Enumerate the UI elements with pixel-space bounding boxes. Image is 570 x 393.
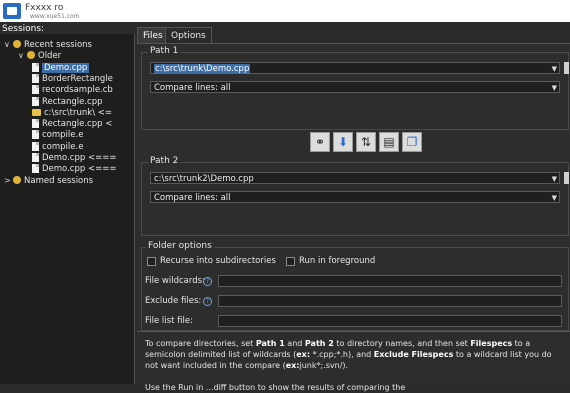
recurse-label: Recurse into subdirectories — [160, 256, 276, 266]
folder-options-label: Folder options — [146, 241, 214, 251]
arrow-down-icon[interactable]: ⬇ — [333, 132, 353, 152]
path1-compare-select[interactable]: Compare lines: all ▼ — [150, 81, 560, 93]
watermark-url: www.xue51.com — [30, 13, 80, 20]
tree-item-label: Named sessions — [24, 175, 94, 186]
help-text-part: *.cpp;*.h), and — [310, 350, 374, 359]
chevron-right-icon[interactable]: > — [4, 175, 13, 187]
tree-item[interactable]: Rectangle.cpp < — [32, 118, 112, 130]
path2-input[interactable]: c:\src\trunk2\Demo.cpp ▼ — [150, 172, 560, 184]
foreground-label: Run in foreground — [299, 256, 376, 266]
help-text-bold: Filespecs — [470, 339, 513, 348]
file-list-input[interactable] — [218, 315, 562, 327]
tree-item-label: compile.e — [42, 141, 84, 152]
tree-item-label: Recent sessions — [24, 40, 92, 50]
copy-icon[interactable]: ❐ — [402, 132, 422, 152]
help-text-bold: Exclude Filespecs — [373, 350, 454, 359]
tree-item-label: c:\src\trunk\ <= — [44, 107, 113, 118]
tree-item[interactable]: compile.e — [32, 129, 83, 141]
tree-item[interactable]: BorderRectangle — [32, 73, 113, 85]
exclude-label: Exclude files: — [145, 296, 202, 306]
exclude-input[interactable] — [218, 295, 562, 307]
tree-item[interactable]: > Named sessions — [4, 175, 93, 187]
document-icon — [32, 130, 39, 140]
help-text-part: junk*;.svn/). — [299, 361, 349, 370]
title-bar: Fxxxx ro www.xue51.com — [0, 0, 570, 22]
path2-label: Path 2 — [148, 156, 181, 166]
path1-compare-value: Compare lines: all — [154, 83, 231, 93]
divider — [137, 331, 570, 332]
tab-options[interactable]: Options — [165, 27, 212, 44]
tree-item-label: Rectangle.cpp < — [42, 119, 113, 130]
document-icon — [32, 141, 39, 151]
document-icon — [32, 96, 39, 106]
document-icon — [32, 62, 39, 72]
chevron-down-icon[interactable]: ▼ — [552, 82, 557, 94]
help-text-bold: Path 2 — [304, 339, 334, 348]
tree-item[interactable]: Demo.cpp <=== — [32, 152, 116, 164]
session-icon — [13, 175, 21, 184]
wildcards-input[interactable] — [218, 275, 562, 287]
recurse-checkbox[interactable] — [147, 257, 156, 266]
document-icon — [32, 85, 39, 95]
wildcards-label: File wildcards: — [145, 276, 205, 286]
tree-item[interactable]: Rectangle.cpp — [32, 96, 103, 108]
path2-value: c:\src\trunk2\Demo.cpp — [154, 174, 254, 184]
document-icon — [32, 119, 39, 129]
tree-item-label: recordsample.cb — [42, 85, 113, 96]
tree-item-label: Demo.cpp — [42, 62, 90, 73]
help-text-part: To compare directories, set — [145, 339, 256, 348]
tree-item[interactable]: Demo.cpp <=== — [32, 163, 116, 175]
sessions-tree[interactable]: ∨ Recent sessions ∨ Older Demo.cpp BorderRect… — [0, 34, 135, 384]
file-list-label: File list file: — [145, 316, 193, 326]
chevron-down-icon[interactable]: ▼ — [552, 192, 557, 204]
tree-item-label: Older — [38, 51, 62, 62]
tree-item[interactable]: Demo.cpp — [32, 62, 90, 74]
help-icon[interactable]: ? — [203, 277, 212, 286]
help-text-bold: Path 1 — [255, 339, 285, 348]
help-text-part: to directory names, and then set — [333, 339, 471, 348]
document-icon — [32, 153, 39, 162]
report-icon[interactable]: ▤ — [379, 132, 399, 152]
chevron-down-icon[interactable]: ∨ — [4, 39, 13, 51]
folder-icon — [32, 108, 41, 116]
path1-label: Path 1 — [148, 46, 181, 56]
tab-files[interactable]: Files — [137, 27, 169, 44]
path1-input[interactable]: c:\src\trunk\Demo.cpp ▼ — [150, 62, 560, 74]
path1-browse-button[interactable] — [564, 62, 569, 74]
help-text: To compare directories, set Path 1 and P… — [145, 338, 565, 393]
document-icon — [32, 164, 39, 174]
path2-compare-select[interactable]: Compare lines: all ▼ — [150, 191, 560, 203]
foreground-checkbox[interactable] — [286, 257, 295, 266]
path2-compare-value: Compare lines: all — [154, 193, 231, 203]
path2-browse-button[interactable] — [564, 172, 569, 184]
tree-item[interactable]: compile.e — [32, 141, 83, 153]
session-icon — [13, 40, 21, 48]
swap-icon[interactable]: ⇅ — [356, 132, 376, 152]
tree-item-label: Demo.cpp <=== — [42, 164, 117, 175]
tree-item-label: Demo.cpp <=== — [42, 153, 117, 163]
tree-item[interactable]: ∨ Recent sessions — [4, 39, 92, 51]
help-icon[interactable]: ? — [203, 297, 212, 306]
tree-item-label: BorderRectangle — [42, 73, 113, 84]
tree-item-label: compile.e — [42, 130, 84, 141]
link-icon[interactable]: ⚭ — [310, 132, 330, 152]
tree-item-label: Rectangle.cpp — [42, 96, 103, 107]
chevron-down-icon[interactable]: ▼ — [552, 173, 557, 185]
path1-value: c:\src\trunk\Demo.cpp — [154, 64, 251, 74]
chevron-down-icon[interactable]: ▼ — [552, 63, 557, 75]
tree-item[interactable]: ∨ Older — [18, 50, 61, 62]
help-text-bold: ex: — [285, 361, 300, 370]
document-icon — [32, 73, 39, 83]
app-title: Fxxxx ro — [25, 3, 64, 13]
help-text-bold: ex: — [296, 350, 311, 359]
app-logo-icon — [3, 3, 21, 19]
sessions-label: Sessions: — [2, 24, 45, 34]
chevron-down-icon[interactable]: ∨ — [18, 50, 27, 62]
tree-item[interactable]: recordsample.cb — [32, 84, 113, 96]
session-icon — [27, 51, 35, 60]
help-text-part: and — [284, 339, 305, 348]
tree-item[interactable]: c:\src\trunk\ <= — [32, 107, 112, 119]
